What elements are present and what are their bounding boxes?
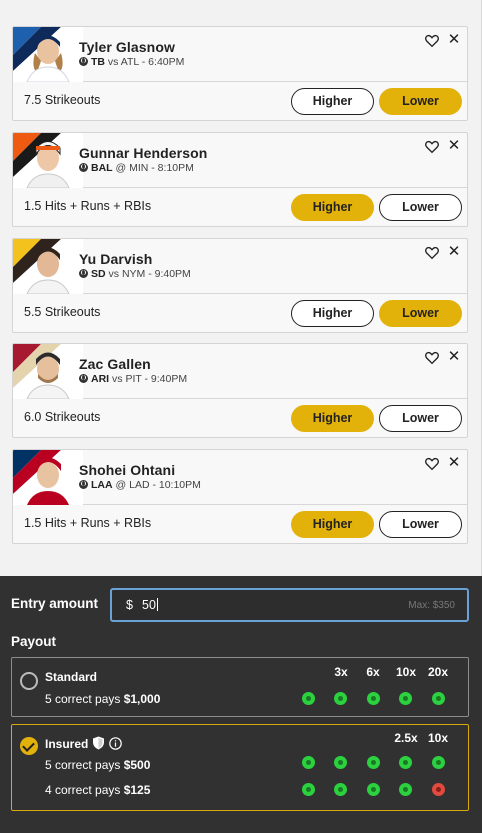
close-icon[interactable]: ✕ [447,32,461,48]
stat-line: 1.5 Hits + Runs + RBIs [24,199,152,213]
heart-outline-icon[interactable] [424,456,440,472]
correct-pick-dot [367,692,380,705]
player-name: Tyler Glasnow [79,39,175,55]
pick-list: Tyler Glasnow TB vs ATL - 6:40PM ✕ 7.5 S… [0,0,482,576]
higher-button[interactable]: Higher [291,88,374,115]
higher-button[interactable]: Higher [291,405,374,432]
correct-pick-dot [302,756,315,769]
heart-outline-icon[interactable] [424,33,440,49]
lower-button[interactable]: Lower [379,300,462,327]
insured-option[interactable]: Insured 5 correct pays $500 4 correct pa… [11,724,469,811]
pick-header: Tyler Glasnow TB vs ATL - 6:40PM ✕ [13,27,467,82]
pick-card: Shohei Ohtani LAA @ LAD - 10:10PM ✕ 1.5 … [12,449,468,544]
multiplier: 2.5x [394,731,418,745]
pick-header: Zac Gallen ARI vs PIT - 9:40PM ✕ [13,344,467,399]
pick-card: Zac Gallen ARI vs PIT - 9:40PM ✕ 6.0 Str… [12,343,468,438]
game-info: TB vs ATL - 6:40PM [79,56,184,68]
lower-button[interactable]: Lower [379,88,462,115]
stat-line: 1.5 Hits + Runs + RBIs [24,516,152,530]
payout-label: Payout [11,634,57,649]
pick-card: Gunnar Henderson BAL @ MIN - 8:10PM ✕ 1.… [12,132,468,227]
insured-payout-line-5: 5 correct pays $500 [45,758,151,772]
heart-outline-icon[interactable] [424,245,440,261]
insured-title: Insured [45,736,123,751]
player-photo [13,133,83,188]
pick-card: Yu Darvish SD vs NYM - 9:40PM ✕ 5.5 Stri… [12,238,468,333]
lower-button[interactable]: Lower [379,405,462,432]
standard-radio[interactable] [20,672,38,690]
player-name: Yu Darvish [79,251,153,267]
stat-line: 6.0 Strikeouts [24,410,101,424]
multiplier: 20x [427,665,449,679]
player-name: Zac Gallen [79,356,151,372]
correct-pick-dot [399,692,412,705]
close-icon[interactable]: ✕ [447,138,461,154]
insured-check-icon[interactable] [20,737,38,755]
baseball-icon [79,480,88,489]
pick-card: Tyler Glasnow TB vs ATL - 6:40PM ✕ 7.5 S… [12,26,468,121]
player-photo [13,239,83,294]
entry-amount-input[interactable]: $ 50 Max: $350 [110,588,469,622]
correct-pick-dot [334,756,347,769]
close-icon[interactable]: ✕ [447,244,461,260]
correct-pick-dot [302,692,315,705]
correct-pick-dot [432,756,445,769]
standard-payout-line: 5 correct pays $1,000 [45,692,161,706]
standard-title: Standard [45,670,98,684]
lower-button[interactable]: Lower [379,194,462,221]
entry-amount-label: Entry amount [11,596,99,611]
heart-outline-icon[interactable] [424,350,440,366]
player-photo [13,27,83,82]
correct-pick-dot [334,783,347,796]
higher-button[interactable]: Higher [291,511,374,538]
correct-pick-dot [367,783,380,796]
standard-option[interactable]: Standard 5 correct pays $1,000 3x 6x 10x… [11,657,469,717]
stat-line: 7.5 Strikeouts [24,93,101,107]
multiplier: 10x [395,665,417,679]
pick-header: Shohei Ohtani LAA @ LAD - 10:10PM ✕ [13,450,467,505]
entry-amount-value: 50 [142,598,158,612]
baseball-icon [79,269,88,278]
info-icon[interactable] [109,737,123,750]
insured-payout-line-4: 4 correct pays $125 [45,783,151,797]
higher-button[interactable]: Higher [291,194,374,221]
correct-pick-dot [432,692,445,705]
player-name: Gunnar Henderson [79,145,208,161]
baseball-icon [79,163,88,172]
multiplier: 6x [366,665,380,679]
heart-outline-icon[interactable] [424,139,440,155]
pick-header: Yu Darvish SD vs NYM - 9:40PM ✕ [13,239,467,294]
entry-panel: Entry amount $ 50 Max: $350 Payout Stand… [0,576,482,833]
game-info: LAA @ LAD - 10:10PM [79,479,201,491]
multiplier: 3x [334,665,348,679]
correct-pick-dot [399,756,412,769]
currency-symbol: $ [126,598,133,612]
multiplier: 10x [427,731,449,745]
game-info: BAL @ MIN - 8:10PM [79,162,194,174]
game-info: ARI vs PIT - 9:40PM [79,373,187,385]
stat-line: 5.5 Strikeouts [24,305,101,319]
player-name: Shohei Ohtani [79,462,176,478]
shield-icon [93,736,105,750]
lower-button[interactable]: Lower [379,511,462,538]
correct-pick-dot [334,692,347,705]
game-info: SD vs NYM - 9:40PM [79,268,191,280]
correct-pick-dot [367,756,380,769]
correct-pick-dot [302,783,315,796]
close-icon[interactable]: ✕ [447,455,461,471]
correct-pick-dot [399,783,412,796]
max-hint: Max: $350 [408,600,455,611]
player-photo [13,344,83,399]
baseball-icon [79,57,88,66]
pick-header: Gunnar Henderson BAL @ MIN - 8:10PM ✕ [13,133,467,188]
incorrect-pick-dot [432,783,445,796]
player-photo [13,450,83,505]
higher-button[interactable]: Higher [291,300,374,327]
close-icon[interactable]: ✕ [447,349,461,365]
baseball-icon [79,374,88,383]
